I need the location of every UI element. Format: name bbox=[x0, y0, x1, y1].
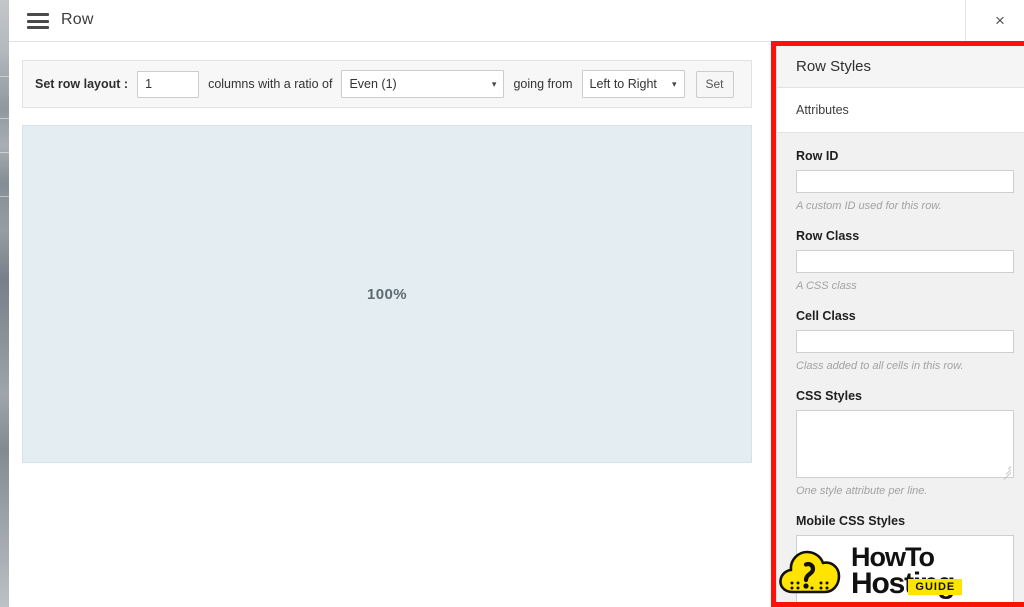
set-button[interactable]: Set bbox=[695, 70, 734, 98]
row-class-input[interactable] bbox=[796, 250, 1014, 273]
close-icon[interactable]: × bbox=[984, 6, 1016, 36]
tab-attributes[interactable]: Attributes bbox=[777, 88, 849, 133]
field-help: One style attribute per line. bbox=[796, 485, 928, 497]
main-content: Set row layout : columns with a ratio of… bbox=[9, 43, 765, 607]
attributes-fields: Row ID A custom ID used for this row. Ro… bbox=[777, 133, 1024, 605]
header-divider bbox=[965, 0, 966, 42]
cell-class-input[interactable] bbox=[796, 330, 1014, 353]
watermark-line-1: HowTo bbox=[851, 541, 935, 572]
direction-select[interactable]: Left to Right ▾ bbox=[581, 70, 685, 98]
ratio-select-value: Even (1) bbox=[349, 77, 397, 91]
field-help: A CSS class bbox=[796, 280, 857, 292]
row-layout-toolbar: Set row layout : columns with a ratio of… bbox=[22, 60, 752, 108]
row-layout-label: Set row layout : bbox=[35, 77, 129, 91]
hamburger-icon[interactable] bbox=[27, 13, 49, 29]
ratio-select[interactable]: Even (1) ▾ bbox=[341, 70, 505, 98]
field-cell-class: Cell Class Class added to all cells in t… bbox=[796, 309, 1014, 372]
columns-count-input[interactable] bbox=[137, 70, 200, 98]
columns-ratio-text: columns with a ratio of bbox=[208, 77, 333, 91]
field-label: CSS Styles bbox=[796, 389, 863, 403]
row-styles-sidebar: Row Styles Attributes Row ID A custom ID… bbox=[776, 46, 1024, 607]
field-help: Class added to all cells in this row. bbox=[796, 360, 964, 372]
css-styles-textarea[interactable] bbox=[796, 410, 1014, 478]
field-row-id: Row ID A custom ID used for this row. bbox=[796, 149, 1014, 212]
row-id-input[interactable] bbox=[796, 170, 1014, 193]
going-from-text: going from bbox=[513, 77, 573, 91]
field-label: Row Class bbox=[796, 229, 860, 243]
background-page-sliver bbox=[0, 0, 9, 607]
watermark-logo: HowTo Hosting GUIDE bbox=[778, 540, 1024, 602]
field-label: Row ID bbox=[796, 149, 839, 163]
column-width-label: 100% bbox=[367, 285, 407, 303]
watermark-badge: GUIDE bbox=[908, 579, 963, 596]
chevron-down-icon: ▾ bbox=[671, 78, 677, 89]
row-editor-modal: Row × Set row layout : columns with a ra… bbox=[9, 0, 1024, 607]
field-label: Cell Class bbox=[796, 309, 856, 323]
direction-select-value: Left to Right bbox=[589, 77, 657, 91]
watermark-text: HowTo Hosting GUIDE bbox=[851, 541, 963, 598]
field-row-class: Row Class A CSS class bbox=[796, 229, 1014, 292]
page-title: Row bbox=[61, 11, 94, 28]
sidebar-tabs: Attributes bbox=[777, 88, 1024, 133]
screen: Row × Set row layout : columns with a ra… bbox=[0, 0, 1024, 607]
field-label: Mobile CSS Styles bbox=[796, 514, 906, 528]
cloud-question-icon bbox=[778, 547, 846, 595]
field-css-styles: CSS Styles One style attribute per line. bbox=[796, 389, 1014, 497]
row-preview-canvas[interactable]: 100% bbox=[22, 125, 752, 463]
modal-header: Row × bbox=[9, 0, 1024, 42]
field-help: A custom ID used for this row. bbox=[796, 200, 942, 212]
chevron-down-icon: ▾ bbox=[491, 78, 497, 89]
sidebar-title: Row Styles bbox=[777, 46, 1024, 88]
